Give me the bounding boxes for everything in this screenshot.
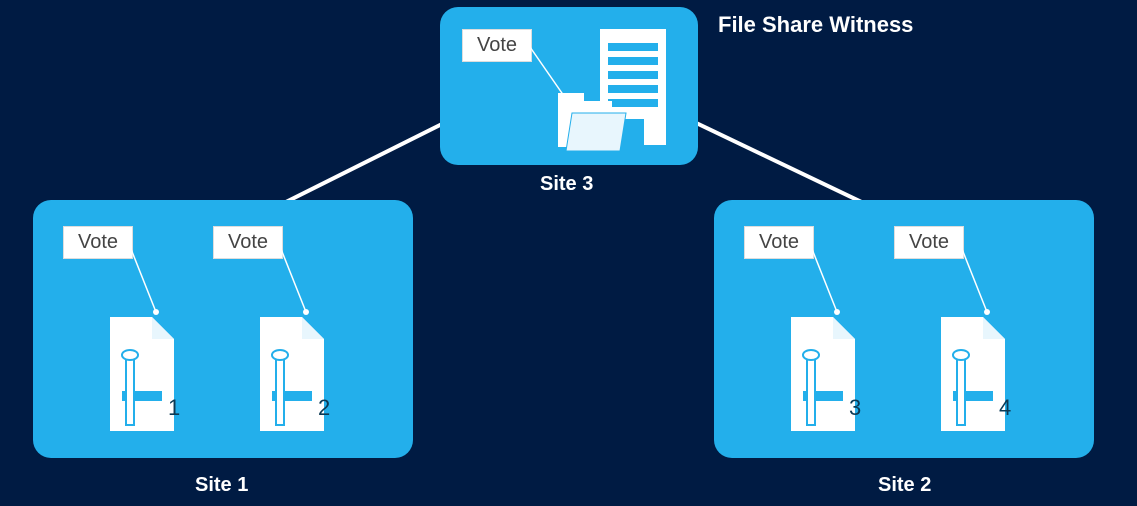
server-number: 1 (168, 395, 180, 421)
site2-label: Site 2 (878, 474, 931, 497)
diagram-stage: File Share Witness Vote (0, 0, 1137, 506)
site1-panel: Vote Vote 1 (33, 200, 413, 458)
vote-label-server1: Vote (63, 226, 133, 259)
vote-label-site3: Vote (462, 29, 532, 62)
site2-panel: Vote Vote 3 (714, 200, 1094, 458)
server-number: 2 (318, 395, 330, 421)
file-share-witness-icon (558, 23, 678, 163)
witness-title: File Share Witness (718, 12, 913, 38)
vote-label-server3: Vote (744, 226, 814, 259)
site1-label: Site 1 (195, 474, 248, 497)
vote-label-server4: Vote (894, 226, 964, 259)
site3-panel: Vote (440, 7, 698, 165)
vote-label-server2: Vote (213, 226, 283, 259)
site3-label: Site 3 (540, 173, 593, 196)
server-number: 3 (849, 395, 861, 421)
server-number: 4 (999, 395, 1011, 421)
